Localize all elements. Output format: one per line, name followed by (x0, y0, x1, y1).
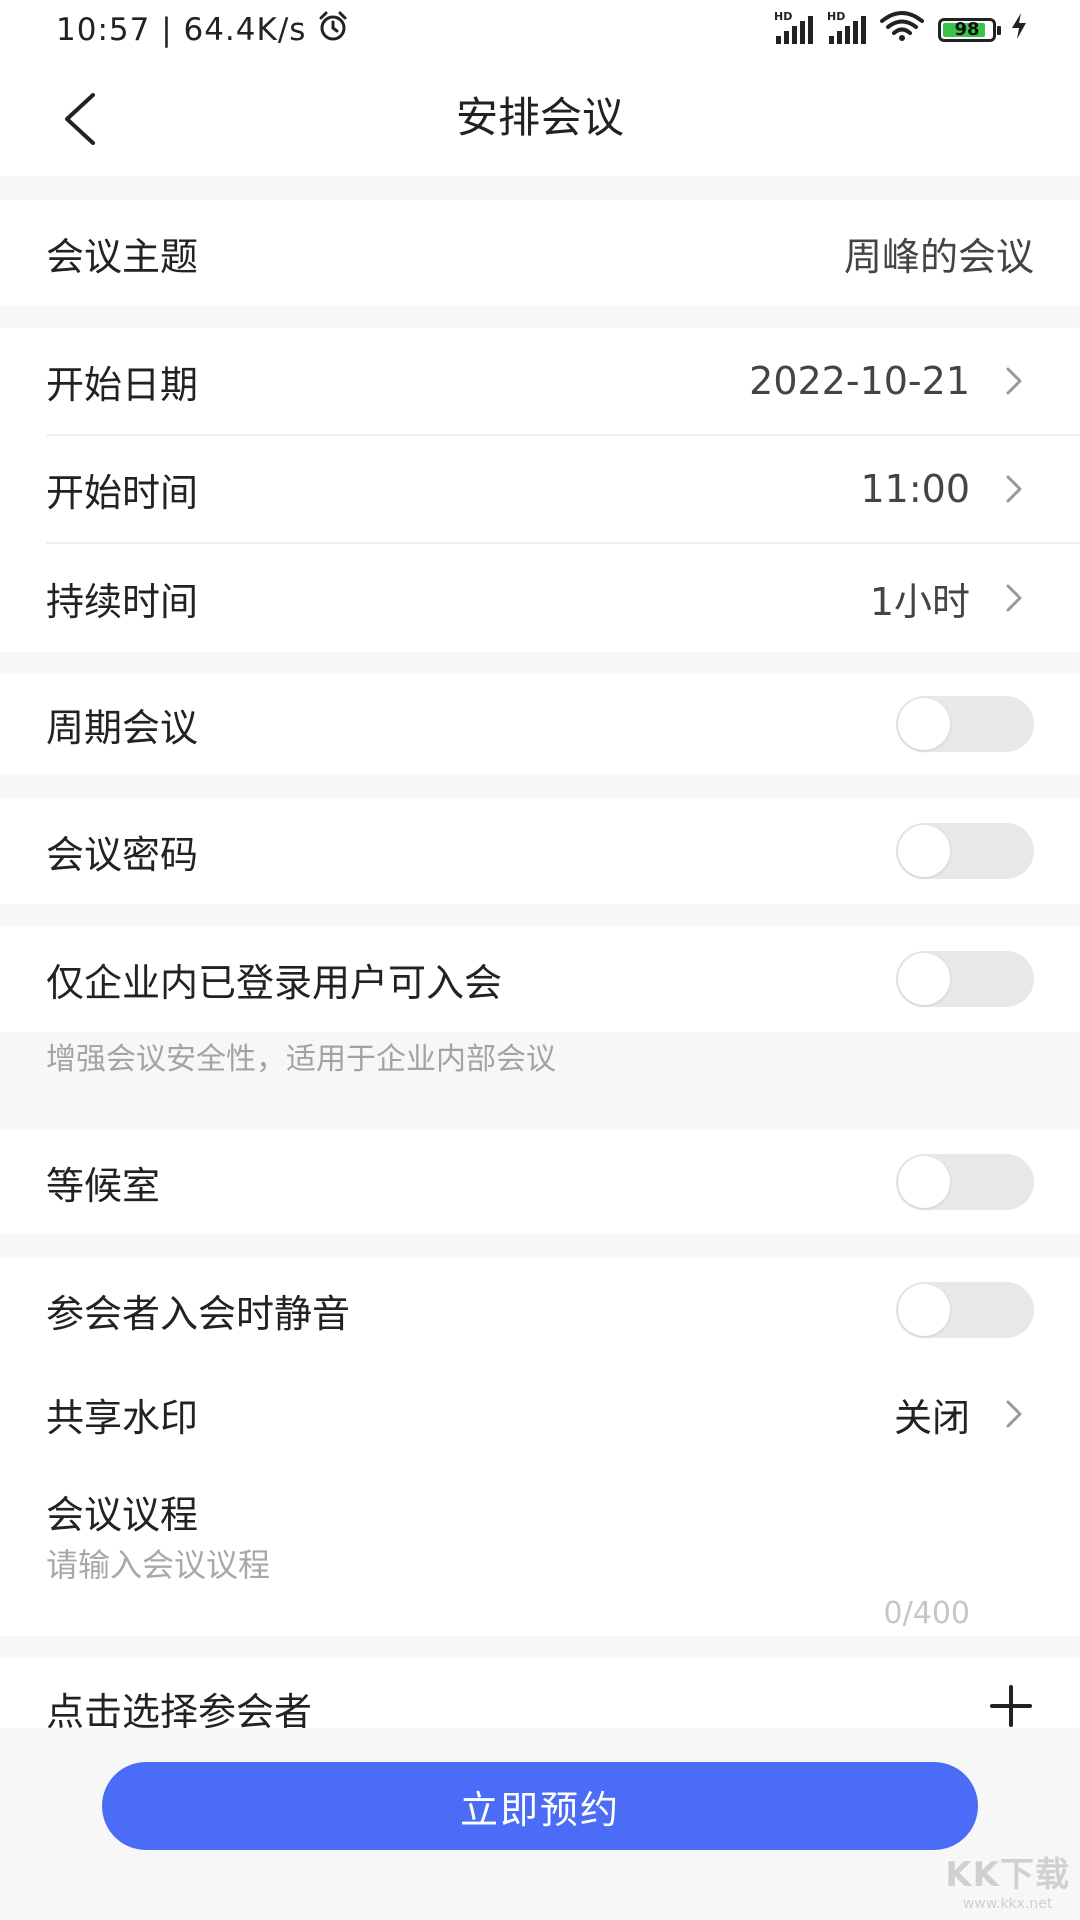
signal-icon: HD (774, 10, 813, 44)
enterprise-section: 仅企业内已登录用户可入会 (0, 926, 1080, 1032)
start-time-row[interactable]: 开始时间 11:00 (0, 436, 1080, 542)
bottom-bar: 立即预约 (0, 1728, 1080, 1920)
password-section: 会议密码 (0, 798, 1080, 904)
duration-row[interactable]: 持续时间 1小时 (0, 544, 1080, 652)
topic-section: 会议主题 周峰的会议 (0, 200, 1080, 306)
chevron-right-icon (994, 469, 1034, 509)
options-section: 参会者入会时静音 共享水印 关闭 会议议程 0/400 (0, 1258, 1080, 1636)
plus-icon[interactable] (988, 1683, 1034, 1728)
signal-icon-2: HD (827, 10, 866, 44)
participants-row[interactable]: 点击选择参会者 (0, 1658, 1080, 1728)
agenda-input[interactable] (46, 1540, 946, 1590)
password-toggle[interactable] (896, 823, 1034, 879)
mute-on-entry-label: 参会者入会时静音 (46, 1291, 351, 1336)
kk-logo-watermark: KK下载 www.kkx.net (945, 1847, 1070, 1912)
page-title: 安排会议 (455, 93, 624, 142)
mute-on-entry-toggle[interactable] (896, 1282, 1034, 1338)
status-left: 10:57 | 64.4K/s (56, 9, 350, 51)
enterprise-only-row: 仅企业内已登录用户可入会 (0, 926, 1080, 1032)
enterprise-only-hint: 增强会议安全性，适用于企业内部会议 (46, 1042, 556, 1077)
recurring-section: 周期会议 (0, 674, 1080, 774)
hd-label-2: HD (827, 10, 846, 23)
nav-bar: 安排会议 (0, 60, 1080, 176)
participants-section: 点击选择参会者 (0, 1658, 1080, 1728)
chevron-right-icon (994, 578, 1034, 618)
recurring-toggle[interactable] (896, 696, 1034, 752)
duration-label: 持续时间 (46, 579, 199, 624)
watermark-value: 关闭 (893, 1395, 970, 1440)
battery-icon: 98 (938, 18, 1001, 42)
mute-on-entry-row: 参会者入会时静音 (0, 1258, 1080, 1362)
waiting-room-label: 等候室 (46, 1163, 161, 1208)
chevron-right-icon (994, 1394, 1034, 1434)
topic-value[interactable]: 周峰的会议 (844, 226, 1034, 281)
battery-level: 98 (954, 19, 980, 40)
watermark-label: 共享水印 (46, 1395, 199, 1440)
password-row: 会议密码 (0, 798, 1080, 904)
start-date-row[interactable]: 开始日期 2022-10-21 (0, 328, 1080, 434)
status-bar: 10:57 | 64.4K/s HD HD 98 (0, 0, 1080, 60)
participants-label: 点击选择参会者 (46, 1689, 313, 1729)
topic-row[interactable]: 会议主题 周峰的会议 (0, 200, 1080, 306)
agenda-counter: 0/400 (883, 1596, 970, 1631)
chevron-right-icon (994, 361, 1034, 401)
agenda-label: 会议议程 (46, 1493, 199, 1537)
password-label: 会议密码 (46, 832, 199, 877)
start-time-label: 开始时间 (46, 470, 199, 515)
start-date-label: 开始日期 (46, 362, 199, 407)
schedule-section: 开始日期 2022-10-21 开始时间 11:00 持续时间 1小时 (0, 328, 1080, 652)
start-time-value: 11:00 (860, 467, 970, 511)
duration-value: 1小时 (869, 579, 970, 624)
waiting-room-toggle[interactable] (896, 1154, 1034, 1210)
start-date-value: 2022-10-21 (749, 359, 970, 403)
recurring-label: 周期会议 (46, 705, 199, 750)
watermark-row[interactable]: 共享水印 关闭 (0, 1362, 1080, 1466)
status-time-speed: 10:57 | 64.4K/s (56, 12, 307, 48)
hd-label: HD (774, 10, 793, 23)
alarm-icon (316, 9, 350, 51)
waiting-room-section: 等候室 (0, 1130, 1080, 1234)
recurring-row: 周期会议 (0, 674, 1080, 774)
watermark-main: KK下载 (945, 1855, 1070, 1895)
topic-label: 会议主题 (46, 234, 199, 279)
status-right: HD HD 98 (774, 10, 1028, 50)
enterprise-only-toggle[interactable] (896, 951, 1034, 1007)
watermark-sub: www.kkx.net (962, 1896, 1053, 1912)
waiting-room-row: 等候室 (0, 1130, 1080, 1234)
enterprise-only-label: 仅企业内已登录用户可入会 (46, 960, 503, 1005)
submit-button[interactable]: 立即预约 (102, 1762, 978, 1850)
wifi-icon (880, 10, 924, 50)
charging-icon (1010, 12, 1028, 48)
